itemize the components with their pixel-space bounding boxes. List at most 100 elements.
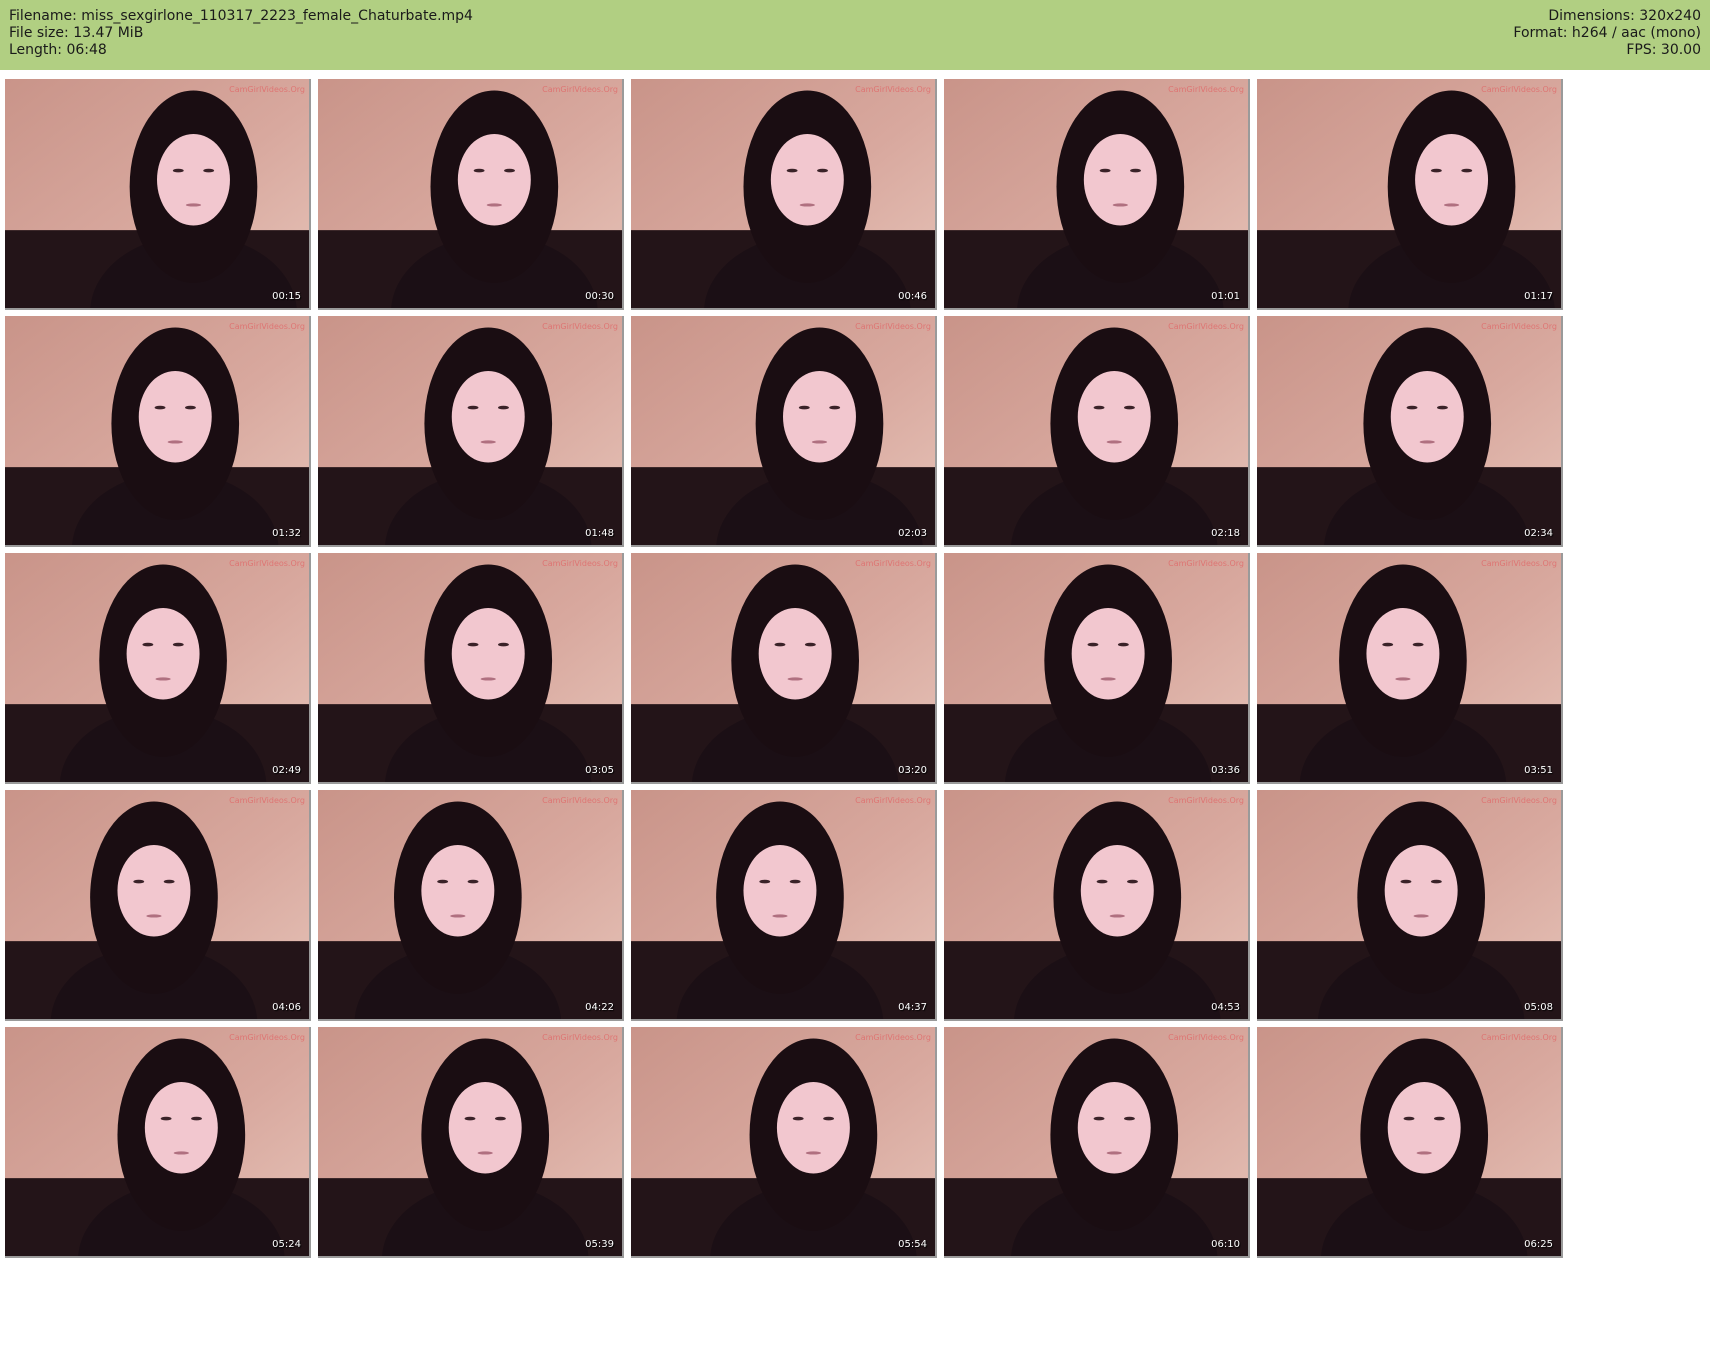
thumbnail-frame: CamGirlVideos.Org 01:01 xyxy=(944,79,1250,310)
file-info-right: Dimensions: 320x240 Format: h264 / aac (… xyxy=(1513,8,1701,59)
thumbnail-frame: CamGirlVideos.Org 03:20 xyxy=(631,553,937,784)
frame-timestamp: 02:03 xyxy=(898,528,927,539)
video-frame-image: CamGirlVideos.Org xyxy=(631,1027,935,1256)
filesize-text: File size: 13.47 MiB xyxy=(9,25,144,41)
frame-timestamp: 05:54 xyxy=(898,1239,927,1250)
video-frame-image: CamGirlVideos.Org xyxy=(944,316,1248,545)
frame-timestamp: 04:06 xyxy=(272,1002,301,1013)
video-frame-image: CamGirlVideos.Org xyxy=(5,553,309,782)
thumbnail-frame: CamGirlVideos.Org 02:03 xyxy=(631,316,937,547)
frame-timestamp: 03:36 xyxy=(1211,765,1240,776)
watermark-text: CamGirlVideos.Org xyxy=(855,85,931,94)
thumbnail-frame: CamGirlVideos.Org 01:32 xyxy=(5,316,311,547)
frame-timestamp: 04:37 xyxy=(898,1002,927,1013)
filename-text: Filename: miss_sexgirlone_110317_2223_fe… xyxy=(9,8,473,24)
watermark-text: CamGirlVideos.Org xyxy=(1168,796,1244,805)
watermark-text: CamGirlVideos.Org xyxy=(1168,559,1244,568)
watermark-text: CamGirlVideos.Org xyxy=(229,559,305,568)
thumbnail-frame: CamGirlVideos.Org 03:36 xyxy=(944,553,1250,784)
frame-timestamp: 00:46 xyxy=(898,291,927,302)
watermark-text: CamGirlVideos.Org xyxy=(229,796,305,805)
thumbnail-frame: CamGirlVideos.Org 03:05 xyxy=(318,553,624,784)
video-frame-image: CamGirlVideos.Org xyxy=(5,79,309,308)
thumbnail-frame: CamGirlVideos.Org 02:18 xyxy=(944,316,1250,547)
frame-timestamp: 04:22 xyxy=(585,1002,614,1013)
frame-timestamp: 03:20 xyxy=(898,765,927,776)
frame-timestamp: 02:49 xyxy=(272,765,301,776)
watermark-text: CamGirlVideos.Org xyxy=(1168,1033,1244,1042)
frame-timestamp: 05:24 xyxy=(272,1239,301,1250)
watermark-text: CamGirlVideos.Org xyxy=(855,796,931,805)
video-frame-image: CamGirlVideos.Org xyxy=(318,316,622,545)
thumbnail-frame: CamGirlVideos.Org 06:25 xyxy=(1257,1027,1563,1258)
video-frame-image: CamGirlVideos.Org xyxy=(1257,316,1561,545)
watermark-text: CamGirlVideos.Org xyxy=(1481,85,1557,94)
fps-text: FPS: 30.00 xyxy=(1626,42,1701,58)
thumbnail-frame: CamGirlVideos.Org 05:24 xyxy=(5,1027,311,1258)
frame-timestamp: 01:32 xyxy=(272,528,301,539)
frame-timestamp: 02:18 xyxy=(1211,528,1240,539)
video-frame-image: CamGirlVideos.Org xyxy=(318,1027,622,1256)
watermark-text: CamGirlVideos.Org xyxy=(1481,796,1557,805)
video-frame-image: CamGirlVideos.Org xyxy=(1257,1027,1561,1256)
thumbnail-frame: CamGirlVideos.Org 04:37 xyxy=(631,790,937,1021)
thumbnail-frame: CamGirlVideos.Org 03:51 xyxy=(1257,553,1563,784)
dimensions-text: Dimensions: 320x240 xyxy=(1548,8,1701,24)
thumbnail-frame: CamGirlVideos.Org 05:39 xyxy=(318,1027,624,1258)
frame-timestamp: 01:48 xyxy=(585,528,614,539)
video-frame-image: CamGirlVideos.Org xyxy=(5,790,309,1019)
video-frame-image: CamGirlVideos.Org xyxy=(318,79,622,308)
video-frame-image: CamGirlVideos.Org xyxy=(944,790,1248,1019)
video-frame-image: CamGirlVideos.Org xyxy=(1257,79,1561,308)
video-frame-image: CamGirlVideos.Org xyxy=(631,553,935,782)
thumbnail-frame: CamGirlVideos.Org 02:49 xyxy=(5,553,311,784)
length-text: Length: 06:48 xyxy=(9,42,107,58)
frame-timestamp: 05:39 xyxy=(585,1239,614,1250)
format-text: Format: h264 / aac (mono) xyxy=(1513,25,1701,41)
frame-timestamp: 03:51 xyxy=(1524,765,1553,776)
file-info-left: Filename: miss_sexgirlone_110317_2223_fe… xyxy=(9,8,473,59)
video-frame-image: CamGirlVideos.Org xyxy=(944,1027,1248,1256)
watermark-text: CamGirlVideos.Org xyxy=(855,1033,931,1042)
thumbnail-frame: CamGirlVideos.Org 00:30 xyxy=(318,79,624,310)
video-frame-image: CamGirlVideos.Org xyxy=(5,316,309,545)
thumbnail-frame: CamGirlVideos.Org 00:46 xyxy=(631,79,937,310)
watermark-text: CamGirlVideos.Org xyxy=(542,322,618,331)
watermark-text: CamGirlVideos.Org xyxy=(229,322,305,331)
thumbnail-frame: CamGirlVideos.Org 06:10 xyxy=(944,1027,1250,1258)
thumbnail-frame: CamGirlVideos.Org 01:48 xyxy=(318,316,624,547)
frame-timestamp: 01:17 xyxy=(1524,291,1553,302)
video-frame-image: CamGirlVideos.Org xyxy=(944,553,1248,782)
thumbnail-frame: CamGirlVideos.Org 00:15 xyxy=(5,79,311,310)
info-header: Filename: miss_sexgirlone_110317_2223_fe… xyxy=(0,0,1710,70)
watermark-text: CamGirlVideos.Org xyxy=(542,85,618,94)
frame-timestamp: 06:25 xyxy=(1524,1239,1553,1250)
frame-timestamp: 00:30 xyxy=(585,291,614,302)
watermark-text: CamGirlVideos.Org xyxy=(855,559,931,568)
frame-timestamp: 06:10 xyxy=(1211,1239,1240,1250)
video-frame-image: CamGirlVideos.Org xyxy=(631,790,935,1019)
watermark-text: CamGirlVideos.Org xyxy=(229,1033,305,1042)
video-frame-image: CamGirlVideos.Org xyxy=(318,790,622,1019)
thumbnail-frame: CamGirlVideos.Org 01:17 xyxy=(1257,79,1563,310)
watermark-text: CamGirlVideos.Org xyxy=(542,559,618,568)
video-frame-image: CamGirlVideos.Org xyxy=(944,79,1248,308)
video-frame-image: CamGirlVideos.Org xyxy=(5,1027,309,1256)
video-frame-image: CamGirlVideos.Org xyxy=(631,316,935,545)
thumbnail-grid: CamGirlVideos.Org 00:15 CamGirlVideos.Org 0… xyxy=(5,79,1705,1367)
thumbnail-frame: CamGirlVideos.Org 04:06 xyxy=(5,790,311,1021)
thumbnail-frame: CamGirlVideos.Org 04:53 xyxy=(944,790,1250,1021)
frame-timestamp: 05:08 xyxy=(1524,1002,1553,1013)
thumbnail-frame: CamGirlVideos.Org 05:54 xyxy=(631,1027,937,1258)
watermark-text: CamGirlVideos.Org xyxy=(542,1033,618,1042)
watermark-text: CamGirlVideos.Org xyxy=(1168,85,1244,94)
thumbnail-frame: CamGirlVideos.Org 02:34 xyxy=(1257,316,1563,547)
frame-timestamp: 01:01 xyxy=(1211,291,1240,302)
watermark-text: CamGirlVideos.Org xyxy=(1481,1033,1557,1042)
video-frame-image: CamGirlVideos.Org xyxy=(631,79,935,308)
watermark-text: CamGirlVideos.Org xyxy=(855,322,931,331)
frame-timestamp: 02:34 xyxy=(1524,528,1553,539)
watermark-text: CamGirlVideos.Org xyxy=(1481,322,1557,331)
watermark-text: CamGirlVideos.Org xyxy=(542,796,618,805)
frame-timestamp: 04:53 xyxy=(1211,1002,1240,1013)
